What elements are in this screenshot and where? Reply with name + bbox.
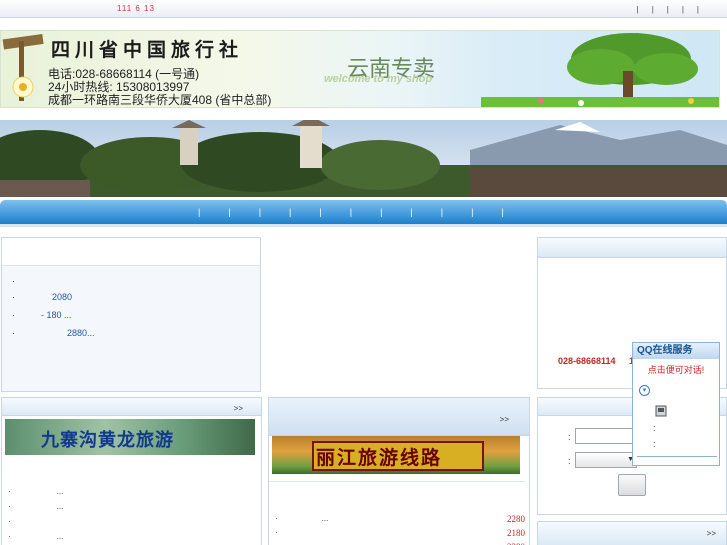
- jiuzhai-item[interactable]: ·...: [8, 529, 63, 544]
- login-button[interactable]: [618, 474, 646, 496]
- collapse-icon[interactable]: ▾: [639, 385, 650, 396]
- agency-title: 四川省中国旅行社: [51, 39, 244, 61]
- lijiang-item[interactable]: ·... 2280: [275, 512, 525, 526]
- news-item[interactable]: · 2880...: [12, 324, 250, 342]
- nav-separator[interactable]: |: [259, 207, 261, 217]
- banner-welcome: welcome to my shop: [324, 73, 433, 85]
- qq-title: QQ在线服务: [633, 343, 719, 359]
- qq-footer: [637, 456, 717, 462]
- nav-separator[interactable]: |: [228, 207, 230, 217]
- top-bar: [0, 0, 727, 18]
- lijiang-banner[interactable]: 丽江旅游线路: [272, 436, 520, 474]
- nav-separator[interactable]: |: [380, 207, 382, 217]
- nav-separator[interactable]: |: [319, 207, 321, 217]
- lijiang-more-link[interactable]: >>: [500, 415, 509, 424]
- top-link-separator[interactable]: |: [682, 5, 684, 14]
- jiuzhai-item[interactable]: ·...: [8, 484, 63, 499]
- username-input[interactable]: [575, 428, 637, 444]
- qq-chat-prompt[interactable]: 点击便可对话!: [633, 360, 719, 380]
- nav-separator[interactable]: |: [410, 207, 412, 217]
- lijiang-divider: [269, 481, 525, 482]
- news-list: · · 2080 · - 180 ... · 2880...: [2, 266, 260, 391]
- username-label: :: [568, 432, 571, 442]
- nav-shadow: [0, 224, 727, 227]
- contact-panel-head: [538, 238, 726, 258]
- jiuzhai-more-link[interactable]: >>: [234, 404, 243, 413]
- lijiang-banner-text: 丽江旅游线路: [316, 447, 443, 469]
- qq-line: :: [653, 423, 656, 433]
- top-link-separator[interactable]: |: [697, 5, 699, 14]
- top-links: | | | | |: [637, 5, 699, 14]
- type-select[interactable]: ▼: [575, 452, 637, 468]
- qq-line: :: [653, 439, 656, 449]
- jiuzhai-list: ·... ·... · ·...: [8, 484, 63, 544]
- lijiang-panel: >> 丽江旅游线路 ·...2280 ·2180 ·2280: [268, 397, 530, 545]
- nav-separator[interactable]: |: [501, 207, 503, 217]
- type-label: :: [568, 456, 571, 466]
- jiuzhai-panel-head: >>: [2, 398, 261, 416]
- bottom-right-more-link[interactable]: >>: [707, 529, 716, 538]
- top-link-separator[interactable]: |: [637, 5, 639, 14]
- lijiang-panel-head: >>: [269, 398, 529, 436]
- qq-service-widget: QQ在线服务 点击便可对话! ▾ : :: [632, 342, 720, 466]
- contact-phone: 028-68668114: [558, 356, 616, 366]
- nav-separator[interactable]: |: [198, 207, 200, 217]
- bottom-right-panel: >>: [537, 521, 727, 545]
- scenery-photo: [0, 120, 727, 197]
- lijiang-item[interactable]: · 2180: [275, 526, 525, 540]
- jiuzhai-banner-text: 九寨沟黄龙旅游: [41, 430, 174, 451]
- news-item[interactable]: ·: [12, 276, 250, 288]
- jiuzhai-panel: >> 九寨沟黄龙旅游 ·... ·... · ·...: [1, 397, 262, 545]
- nav-separator[interactable]: |: [471, 207, 473, 217]
- jiuzhai-item[interactable]: ·...: [8, 499, 63, 514]
- jiuzhai-banner[interactable]: 九寨沟黄龙旅游: [5, 419, 255, 455]
- news-panel-head: [2, 238, 260, 266]
- jiuzhai-item[interactable]: ·: [8, 514, 63, 529]
- main-nav: | | | | | | | | | | |: [0, 200, 727, 224]
- nav-separator[interactable]: |: [441, 207, 443, 217]
- lijiang-item[interactable]: ·2280: [275, 540, 525, 545]
- current-date: 111 6 13: [117, 4, 155, 13]
- qq-user-icon: [655, 405, 667, 417]
- bottom-right-panel-head: >>: [538, 522, 726, 545]
- news-panel: · · 2080 · - 180 ... · 2880...: [1, 237, 261, 392]
- top-link-separator[interactable]: |: [667, 5, 669, 14]
- nav-separator[interactable]: |: [350, 207, 352, 217]
- news-item[interactable]: · 2080: [12, 288, 250, 306]
- news-item[interactable]: · - 180 ...: [12, 306, 250, 324]
- lijiang-list: ·...2280 ·2180 ·2280: [275, 512, 525, 545]
- nav-separator[interactable]: |: [289, 207, 291, 217]
- top-link-separator[interactable]: |: [652, 5, 654, 14]
- header-banner: 四川省中国旅行社 电话:028-68668114 (一号通) 24小时热线: 1…: [0, 30, 720, 108]
- banner-address: 成都一环路南三段华侨大厦408 (省中总部): [48, 93, 272, 107]
